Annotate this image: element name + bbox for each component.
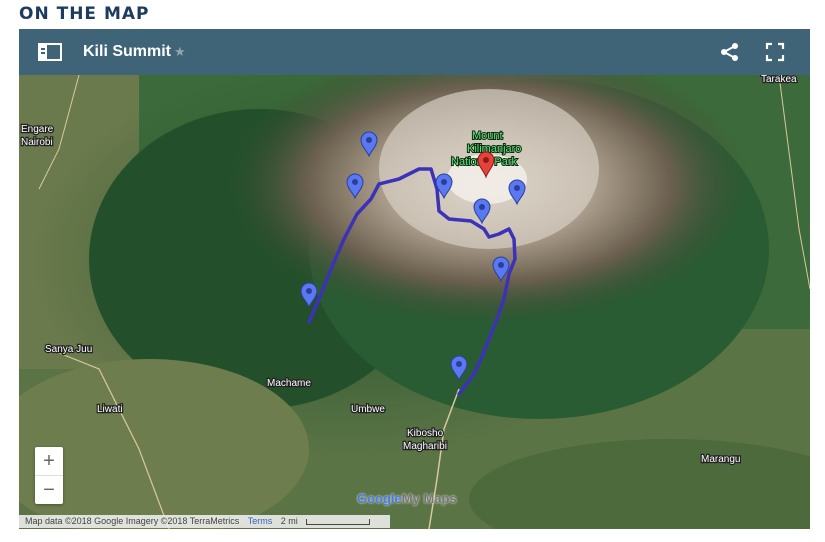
place-liwati: Liwati <box>97 404 123 415</box>
star-icon[interactable]: ★ <box>174 44 186 60</box>
share-icon[interactable] <box>719 41 741 63</box>
place-sanya-juu: Sanya Juu <box>45 344 92 355</box>
legend-panel-icon[interactable] <box>37 42 63 62</box>
google-my-maps-logo: GoogleMy Maps <box>357 491 457 506</box>
section-title: ON THE MAP <box>19 4 150 24</box>
place-engare: Engare <box>21 124 54 135</box>
fullscreen-icon[interactable] <box>765 42 785 62</box>
park-label-line2: Kilimanjaro <box>467 143 521 155</box>
place-nairobi: Nairobi <box>21 137 53 148</box>
terms-link[interactable]: Terms <box>248 516 273 526</box>
zoom-in-button[interactable]: + <box>35 447 63 475</box>
place-umbwe: Umbwe <box>351 404 385 415</box>
place-marangu: Marangu <box>701 454 740 465</box>
zoom-control: + − <box>35 447 63 504</box>
attribution-text: Map data ©2018 Google Imagery ©2018 Terr… <box>25 516 240 526</box>
satellite-map[interactable]: Engare Nairobi Sanya Juu Liwati Machame … <box>19 29 810 529</box>
place-kibosho: Kibosho <box>407 428 444 439</box>
place-magharibi: Magharibi <box>403 441 447 452</box>
google-logo-text: Google <box>357 491 402 506</box>
scale-bar <box>306 518 371 525</box>
zoom-out-button[interactable]: − <box>35 476 63 504</box>
map-attribution: Map data ©2018 Google Imagery ©2018 Terr… <box>19 515 390 528</box>
place-tarakea: Tarakea <box>761 74 797 85</box>
park-label-line1: Mount <box>472 130 503 142</box>
map-container[interactable]: Kili Summit ★ Engare Nairobi Sanya Juu L… <box>19 29 810 529</box>
my-maps-logo-text: My Maps <box>401 491 457 506</box>
map-header: Kili Summit ★ <box>19 29 810 75</box>
map-title: Kili Summit <box>83 43 172 60</box>
place-machame: Machame <box>267 378 311 389</box>
scale-label: 2 mi <box>280 516 298 526</box>
